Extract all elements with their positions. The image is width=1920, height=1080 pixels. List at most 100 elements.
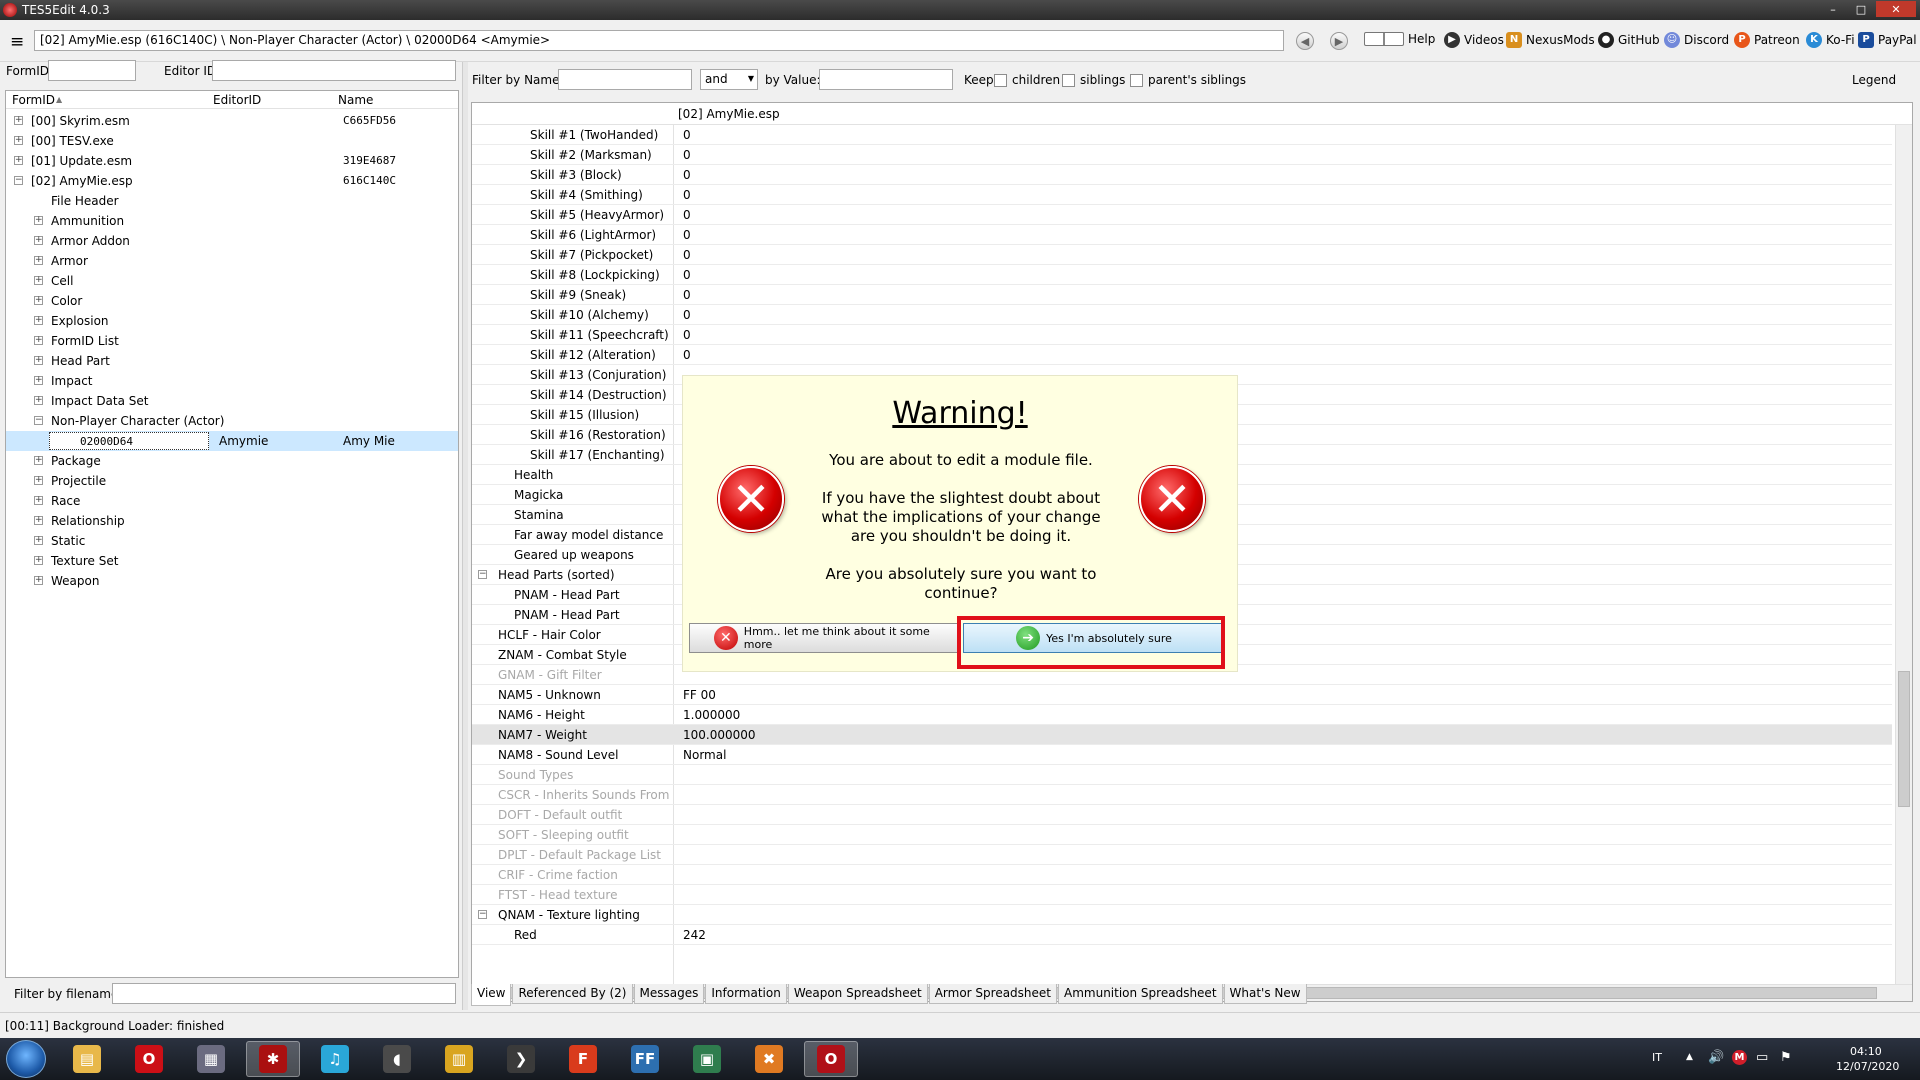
tree-row[interactable]: + Relationship (6, 511, 458, 531)
field-value[interactable]: 0 (683, 128, 691, 142)
expand-toggle-icon[interactable]: + (34, 316, 43, 325)
grid-row[interactable]: CRIF - Crime faction (472, 865, 1892, 885)
grid-row[interactable]: Skill #11 (Speechcraft) 0 (472, 325, 1892, 345)
field-value[interactable]: 0 (683, 268, 691, 282)
grid-row[interactable]: Skill #8 (Lockpicking) 0 (472, 265, 1892, 285)
column-name[interactable]: Name (338, 93, 373, 107)
tray-app-icon[interactable]: M (1732, 1050, 1747, 1065)
grid-row[interactable]: − QNAM - Texture lighting (472, 905, 1892, 925)
tab-referenced-by-2[interactable]: Referenced By (2) (512, 984, 633, 1004)
language-indicator[interactable]: IT (1652, 1051, 1662, 1064)
tree-row[interactable]: + FormID List (6, 331, 458, 351)
tree-row[interactable]: + Armor (6, 251, 458, 271)
expand-toggle-icon[interactable]: + (34, 516, 43, 525)
network-icon[interactable]: ▭ (1756, 1050, 1768, 1065)
and-or-select[interactable]: and ▼ (700, 69, 758, 90)
taskbar-app-folder-app[interactable]: ▥ (432, 1041, 486, 1077)
expand-toggle-icon[interactable]: + (34, 236, 43, 245)
filename-filter-input[interactable] (112, 983, 456, 1004)
expand-toggle-icon[interactable]: − (478, 570, 487, 579)
expand-toggle-icon[interactable]: + (34, 276, 43, 285)
tree-row[interactable]: + Package (6, 451, 458, 471)
flag-icon[interactable]: ⚑ (1780, 1050, 1792, 1065)
tree-row[interactable]: + Impact Data Set (6, 391, 458, 411)
menu-icon[interactable]: ≡ (10, 32, 24, 52)
grid-row[interactable]: DOFT - Default outfit (472, 805, 1892, 825)
tree-row[interactable]: + Impact (6, 371, 458, 391)
field-value[interactable]: 100.000000 (683, 728, 756, 742)
column-formid[interactable]: FormID (12, 93, 55, 107)
tree-row[interactable]: + Static (6, 531, 458, 551)
clock-time[interactable]: 04:10 (1850, 1045, 1882, 1058)
grid-column-file[interactable]: [02] AmyMie.esp (678, 107, 780, 121)
expand-toggle-icon[interactable]: − (478, 910, 487, 919)
grid-row[interactable]: Sound Types (472, 765, 1892, 785)
expand-toggle-icon[interactable]: + (34, 576, 43, 585)
grid-row[interactable]: SOFT - Sleeping outfit (472, 825, 1892, 845)
grid-row[interactable]: Skill #3 (Block) 0 (472, 165, 1892, 185)
selected-record-row[interactable]: 02000D64 Amymie Amy Mie (6, 431, 458, 451)
taskbar-app-fences[interactable]: F (556, 1041, 610, 1077)
grid-row[interactable]: Skill #9 (Sneak) 0 (472, 285, 1892, 305)
tree-row[interactable]: + Head Part (6, 351, 458, 371)
tree-row[interactable]: + Armor Addon (6, 231, 458, 251)
field-value[interactable]: FF 00 (683, 688, 716, 702)
expand-toggle-icon[interactable]: + (34, 556, 43, 565)
taskbar-app-puzzle-app[interactable]: ✖ (742, 1041, 796, 1077)
record-path-field[interactable]: [02] AmyMie.esp (616C140C) \ Non-Player … (34, 30, 1284, 51)
tree-row[interactable]: + Ammunition (6, 211, 458, 231)
field-value[interactable]: 0 (683, 308, 691, 322)
grid-row[interactable]: NAM6 - Height 1.000000 (472, 705, 1892, 725)
clock-date[interactable]: 12/07/2020 (1836, 1060, 1899, 1073)
parents-siblings-checkbox[interactable] (1130, 74, 1143, 87)
discord-link[interactable]: ☺ Discord (1664, 32, 1729, 48)
expand-toggle-icon[interactable]: + (34, 496, 43, 505)
kofi-link[interactable]: K Ko-Fi (1806, 32, 1855, 48)
grid-row[interactable]: NAM8 - Sound Level Normal (472, 745, 1892, 765)
tree-row[interactable]: + Projectile (6, 471, 458, 491)
column-editorid[interactable]: EditorID (213, 93, 261, 107)
taskbar-app-window-app[interactable]: ▣ (680, 1041, 734, 1077)
tree-row[interactable]: + Color (6, 291, 458, 311)
paypal-link[interactable]: P PayPal (1858, 32, 1917, 48)
tree-row[interactable]: − Non-Player Character (Actor) (6, 411, 458, 431)
formid-filter-input[interactable] (48, 60, 136, 81)
expand-toggle-icon[interactable]: + (34, 356, 43, 365)
taskbar-app-opera-gx[interactable]: O (804, 1041, 858, 1077)
field-value[interactable]: 0 (683, 168, 691, 182)
grid-row[interactable]: NAM7 - Weight 100.000000 (472, 725, 1892, 745)
grid-row[interactable]: Skill #5 (HeavyArmor) 0 (472, 205, 1892, 225)
expand-toggle-icon[interactable]: + (34, 476, 43, 485)
taskbar-app-arrow-app[interactable]: ❯ (494, 1041, 548, 1077)
field-value[interactable]: 0 (683, 188, 691, 202)
github-link[interactable]: ● GitHub (1598, 32, 1660, 48)
tree-row[interactable]: + [00] Skyrim.esm C665FD56 (6, 111, 458, 131)
expand-toggle-icon[interactable]: + (34, 536, 43, 545)
taskbar-app-media-center[interactable]: ▦ (184, 1041, 238, 1077)
maximize-button[interactable]: □ (1848, 1, 1874, 17)
legend-button[interactable]: Legend (1852, 73, 1896, 87)
expand-toggle-icon[interactable]: + (14, 156, 23, 165)
field-value[interactable]: 0 (683, 328, 691, 342)
expand-toggle-icon[interactable]: + (14, 116, 23, 125)
field-value[interactable]: 0 (683, 228, 691, 242)
nexusmods-link[interactable]: N NexusMods (1506, 32, 1595, 48)
tab-information[interactable]: Information (705, 984, 787, 1004)
field-value[interactable]: 0 (683, 348, 691, 362)
taskbar-app-music[interactable]: ♫ (308, 1041, 362, 1077)
tree-row[interactable]: + [00] TESV.exe (6, 131, 458, 151)
filter-value-input[interactable] (819, 69, 953, 90)
tab-messages[interactable]: Messages (633, 984, 705, 1004)
grid-row[interactable]: CSCR - Inherits Sounds From (472, 785, 1892, 805)
tray-expand-icon[interactable]: ▲ (1686, 1052, 1693, 1062)
filter-name-input[interactable] (558, 69, 692, 90)
taskbar-app-audio[interactable]: ◖ (370, 1041, 424, 1077)
patreon-link[interactable]: P Patreon (1734, 32, 1800, 48)
tree-row[interactable]: + Explosion (6, 311, 458, 331)
cancel-button[interactable]: ✕ Hmm.. let me think about it some more (689, 623, 961, 653)
tab-what-s-new[interactable]: What's New (1223, 984, 1307, 1004)
vertical-scrollbar[interactable] (1895, 125, 1912, 985)
tree-row[interactable]: + [01] Update.esm 319E4687 (6, 151, 458, 171)
tab-view[interactable]: View (471, 984, 512, 1006)
taskbar-app-ffdec[interactable]: FF (618, 1041, 672, 1077)
